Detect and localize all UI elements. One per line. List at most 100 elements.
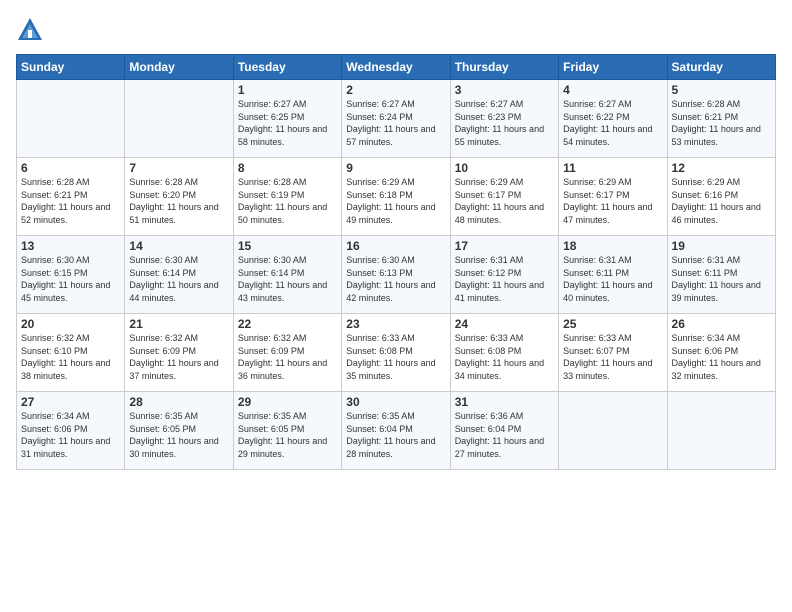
calendar-cell: 6 Sunrise: 6:28 AMSunset: 6:21 PMDayligh… [17, 158, 125, 236]
day-info: Sunrise: 6:32 AMSunset: 6:10 PMDaylight:… [21, 332, 120, 382]
day-info: Sunrise: 6:27 AMSunset: 6:24 PMDaylight:… [346, 98, 445, 148]
calendar-cell: 31 Sunrise: 6:36 AMSunset: 6:04 PMDaylig… [450, 392, 558, 470]
day-number: 20 [21, 317, 120, 331]
week-row-1: 1 Sunrise: 6:27 AMSunset: 6:25 PMDayligh… [17, 80, 776, 158]
week-row-5: 27 Sunrise: 6:34 AMSunset: 6:06 PMDaylig… [17, 392, 776, 470]
day-number: 22 [238, 317, 337, 331]
day-info: Sunrise: 6:35 AMSunset: 6:05 PMDaylight:… [238, 410, 337, 460]
day-number: 23 [346, 317, 445, 331]
calendar-cell: 12 Sunrise: 6:29 AMSunset: 6:16 PMDaylig… [667, 158, 775, 236]
day-number: 31 [455, 395, 554, 409]
day-info: Sunrise: 6:33 AMSunset: 6:08 PMDaylight:… [455, 332, 554, 382]
weekday-monday: Monday [125, 55, 233, 80]
calendar-cell: 25 Sunrise: 6:33 AMSunset: 6:07 PMDaylig… [559, 314, 667, 392]
day-info: Sunrise: 6:34 AMSunset: 6:06 PMDaylight:… [672, 332, 771, 382]
weekday-saturday: Saturday [667, 55, 775, 80]
day-info: Sunrise: 6:33 AMSunset: 6:08 PMDaylight:… [346, 332, 445, 382]
calendar-cell: 8 Sunrise: 6:28 AMSunset: 6:19 PMDayligh… [233, 158, 341, 236]
calendar-cell [125, 80, 233, 158]
day-info: Sunrise: 6:31 AMSunset: 6:11 PMDaylight:… [563, 254, 662, 304]
calendar-cell: 16 Sunrise: 6:30 AMSunset: 6:13 PMDaylig… [342, 236, 450, 314]
day-info: Sunrise: 6:28 AMSunset: 6:21 PMDaylight:… [21, 176, 120, 226]
calendar-cell [559, 392, 667, 470]
calendar-cell: 29 Sunrise: 6:35 AMSunset: 6:05 PMDaylig… [233, 392, 341, 470]
day-number: 15 [238, 239, 337, 253]
week-row-3: 13 Sunrise: 6:30 AMSunset: 6:15 PMDaylig… [17, 236, 776, 314]
day-number: 3 [455, 83, 554, 97]
page-container: SundayMondayTuesdayWednesdayThursdayFrid… [0, 0, 792, 478]
day-info: Sunrise: 6:30 AMSunset: 6:14 PMDaylight:… [129, 254, 228, 304]
calendar-cell: 21 Sunrise: 6:32 AMSunset: 6:09 PMDaylig… [125, 314, 233, 392]
day-number: 26 [672, 317, 771, 331]
calendar-cell: 10 Sunrise: 6:29 AMSunset: 6:17 PMDaylig… [450, 158, 558, 236]
day-info: Sunrise: 6:28 AMSunset: 6:19 PMDaylight:… [238, 176, 337, 226]
calendar-cell: 24 Sunrise: 6:33 AMSunset: 6:08 PMDaylig… [450, 314, 558, 392]
calendar-cell [17, 80, 125, 158]
day-info: Sunrise: 6:36 AMSunset: 6:04 PMDaylight:… [455, 410, 554, 460]
calendar-cell: 11 Sunrise: 6:29 AMSunset: 6:17 PMDaylig… [559, 158, 667, 236]
day-info: Sunrise: 6:30 AMSunset: 6:13 PMDaylight:… [346, 254, 445, 304]
calendar-cell: 28 Sunrise: 6:35 AMSunset: 6:05 PMDaylig… [125, 392, 233, 470]
day-info: Sunrise: 6:33 AMSunset: 6:07 PMDaylight:… [563, 332, 662, 382]
calendar-cell: 14 Sunrise: 6:30 AMSunset: 6:14 PMDaylig… [125, 236, 233, 314]
day-info: Sunrise: 6:29 AMSunset: 6:16 PMDaylight:… [672, 176, 771, 226]
day-number: 5 [672, 83, 771, 97]
day-number: 24 [455, 317, 554, 331]
logo-icon [16, 16, 44, 44]
calendar-cell: 26 Sunrise: 6:34 AMSunset: 6:06 PMDaylig… [667, 314, 775, 392]
calendar-cell: 30 Sunrise: 6:35 AMSunset: 6:04 PMDaylig… [342, 392, 450, 470]
calendar-cell: 22 Sunrise: 6:32 AMSunset: 6:09 PMDaylig… [233, 314, 341, 392]
weekday-tuesday: Tuesday [233, 55, 341, 80]
day-number: 25 [563, 317, 662, 331]
day-number: 9 [346, 161, 445, 175]
day-info: Sunrise: 6:27 AMSunset: 6:23 PMDaylight:… [455, 98, 554, 148]
calendar-cell: 9 Sunrise: 6:29 AMSunset: 6:18 PMDayligh… [342, 158, 450, 236]
day-info: Sunrise: 6:28 AMSunset: 6:21 PMDaylight:… [672, 98, 771, 148]
day-info: Sunrise: 6:35 AMSunset: 6:04 PMDaylight:… [346, 410, 445, 460]
day-number: 27 [21, 395, 120, 409]
day-info: Sunrise: 6:32 AMSunset: 6:09 PMDaylight:… [129, 332, 228, 382]
day-info: Sunrise: 6:30 AMSunset: 6:15 PMDaylight:… [21, 254, 120, 304]
week-row-4: 20 Sunrise: 6:32 AMSunset: 6:10 PMDaylig… [17, 314, 776, 392]
day-info: Sunrise: 6:31 AMSunset: 6:11 PMDaylight:… [672, 254, 771, 304]
calendar-cell: 17 Sunrise: 6:31 AMSunset: 6:12 PMDaylig… [450, 236, 558, 314]
day-number: 14 [129, 239, 228, 253]
day-number: 19 [672, 239, 771, 253]
week-row-2: 6 Sunrise: 6:28 AMSunset: 6:21 PMDayligh… [17, 158, 776, 236]
logo [16, 16, 46, 44]
day-number: 1 [238, 83, 337, 97]
day-info: Sunrise: 6:34 AMSunset: 6:06 PMDaylight:… [21, 410, 120, 460]
day-info: Sunrise: 6:35 AMSunset: 6:05 PMDaylight:… [129, 410, 228, 460]
day-info: Sunrise: 6:29 AMSunset: 6:18 PMDaylight:… [346, 176, 445, 226]
calendar-table: SundayMondayTuesdayWednesdayThursdayFrid… [16, 54, 776, 470]
day-info: Sunrise: 6:27 AMSunset: 6:22 PMDaylight:… [563, 98, 662, 148]
weekday-header-row: SundayMondayTuesdayWednesdayThursdayFrid… [17, 55, 776, 80]
weekday-sunday: Sunday [17, 55, 125, 80]
calendar-cell: 2 Sunrise: 6:27 AMSunset: 6:24 PMDayligh… [342, 80, 450, 158]
calendar-cell: 23 Sunrise: 6:33 AMSunset: 6:08 PMDaylig… [342, 314, 450, 392]
day-info: Sunrise: 6:29 AMSunset: 6:17 PMDaylight:… [563, 176, 662, 226]
calendar-cell: 15 Sunrise: 6:30 AMSunset: 6:14 PMDaylig… [233, 236, 341, 314]
weekday-friday: Friday [559, 55, 667, 80]
weekday-wednesday: Wednesday [342, 55, 450, 80]
day-number: 13 [21, 239, 120, 253]
day-number: 8 [238, 161, 337, 175]
calendar-cell: 7 Sunrise: 6:28 AMSunset: 6:20 PMDayligh… [125, 158, 233, 236]
calendar-cell: 27 Sunrise: 6:34 AMSunset: 6:06 PMDaylig… [17, 392, 125, 470]
calendar-cell: 3 Sunrise: 6:27 AMSunset: 6:23 PMDayligh… [450, 80, 558, 158]
day-number: 6 [21, 161, 120, 175]
calendar-cell: 19 Sunrise: 6:31 AMSunset: 6:11 PMDaylig… [667, 236, 775, 314]
day-number: 17 [455, 239, 554, 253]
day-info: Sunrise: 6:28 AMSunset: 6:20 PMDaylight:… [129, 176, 228, 226]
day-number: 18 [563, 239, 662, 253]
calendar-cell: 4 Sunrise: 6:27 AMSunset: 6:22 PMDayligh… [559, 80, 667, 158]
day-info: Sunrise: 6:32 AMSunset: 6:09 PMDaylight:… [238, 332, 337, 382]
day-number: 28 [129, 395, 228, 409]
day-number: 2 [346, 83, 445, 97]
calendar-cell: 20 Sunrise: 6:32 AMSunset: 6:10 PMDaylig… [17, 314, 125, 392]
day-number: 12 [672, 161, 771, 175]
calendar-cell: 5 Sunrise: 6:28 AMSunset: 6:21 PMDayligh… [667, 80, 775, 158]
header [16, 16, 776, 44]
calendar-cell: 13 Sunrise: 6:30 AMSunset: 6:15 PMDaylig… [17, 236, 125, 314]
day-number: 7 [129, 161, 228, 175]
